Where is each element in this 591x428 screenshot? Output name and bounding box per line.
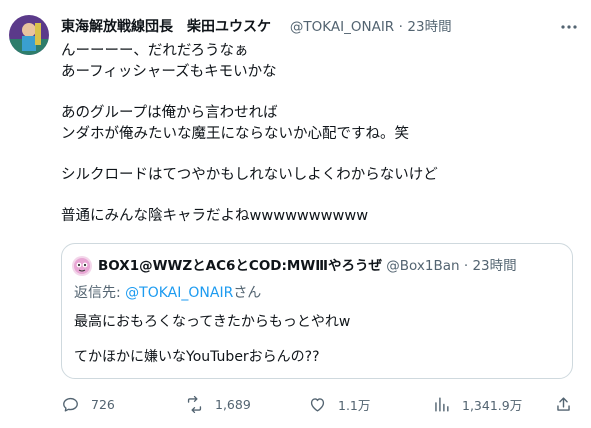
retweet-button[interactable]: 1,689: [185, 393, 251, 415]
tweet-text: んーーーー、だれだろうなぁ あーフィッシャーズもキモいかな あのグループは俺から…: [61, 41, 571, 227]
tweet-line: あーフィッシャーズもキモいかな: [61, 64, 277, 80]
author-name[interactable]: 東海解放戦線団長 柴田ユウスケ: [61, 19, 271, 35]
tweet-line: ンダホが俺みたいな魔王にならないか心配ですね。笑: [61, 126, 409, 142]
separator-dot: ·: [463, 258, 469, 274]
tweet-line: シルクロードはてつやかもしれないしよくわからないけど: [61, 167, 438, 183]
views-chart-icon: [432, 395, 451, 414]
share-icon: [554, 395, 573, 414]
author-handle[interactable]: @TOKAI_ONAIR: [290, 19, 394, 35]
tweet-timestamp[interactable]: 23時間: [407, 19, 451, 35]
reply-mention-link[interactable]: @TOKAI_ONAIR: [125, 285, 233, 301]
tweet-line: 普通にみんな陰キャラだよねwwwwwwwwww: [61, 208, 369, 224]
retweet-icon: [185, 395, 204, 414]
separator-dot: ·: [398, 19, 403, 35]
quoted-tweet[interactable]: BOX1@WWZとAC6とCOD:MWⅢやろうぜ @Box1Ban · 23時間…: [61, 243, 573, 379]
quoted-header: BOX1@WWZとAC6とCOD:MWⅢやろうぜ @Box1Ban · 23時間: [98, 256, 517, 276]
tweet-line: [61, 83, 571, 103]
reply-button[interactable]: 726: [61, 393, 115, 415]
views-button[interactable]: 1,341.9万: [432, 393, 522, 415]
quoted-author-name[interactable]: BOX1@WWZとAC6とCOD:MWⅢやろうぜ: [98, 258, 382, 274]
reply-to-line: 返信先: @TOKAI_ONAIRさん: [74, 283, 261, 303]
heart-icon: [308, 395, 327, 414]
quoted-text-line: 最高におもろくなってきたからもっとやれw: [74, 314, 351, 330]
views-count: 1,341.9万: [462, 397, 523, 413]
tweet-line: [61, 145, 571, 165]
tweet-line: [61, 186, 571, 206]
quoted-timestamp: 23時間: [472, 258, 517, 274]
reply-count: 726: [91, 396, 115, 412]
quoted-author-avatar[interactable]: [72, 256, 92, 276]
tweet-header: 東海解放戦線団長 柴田ユウスケ @TOKAI_ONAIR · 23時間: [61, 17, 551, 37]
tweet-line: んーーーー、だれだろうなぁ: [61, 43, 249, 59]
author-avatar[interactable]: [9, 15, 49, 55]
retweet-count: 1,689: [215, 396, 251, 412]
like-button[interactable]: 1.1万: [308, 393, 370, 415]
action-bar: 726 1,689 1.1万 1,341.9万: [61, 393, 581, 417]
tweet[interactable]: 東海解放戦線団長 柴田ユウスケ @TOKAI_ONAIR · 23時間 んーーー…: [0, 0, 591, 428]
reply-prefix: 返信先:: [74, 285, 126, 301]
quoted-author-handle[interactable]: @Box1Ban: [386, 258, 459, 274]
like-count: 1.1万: [338, 397, 371, 413]
quoted-text-line: てかほかに嫌いなYouTuberおらんの??: [74, 349, 320, 365]
reply-suffix: さん: [233, 285, 262, 301]
share-button[interactable]: [554, 393, 573, 415]
more-options-icon[interactable]: [559, 18, 579, 36]
tweet-line: あのグループは俺から言わせれば: [61, 105, 278, 121]
reply-icon: [61, 395, 80, 414]
